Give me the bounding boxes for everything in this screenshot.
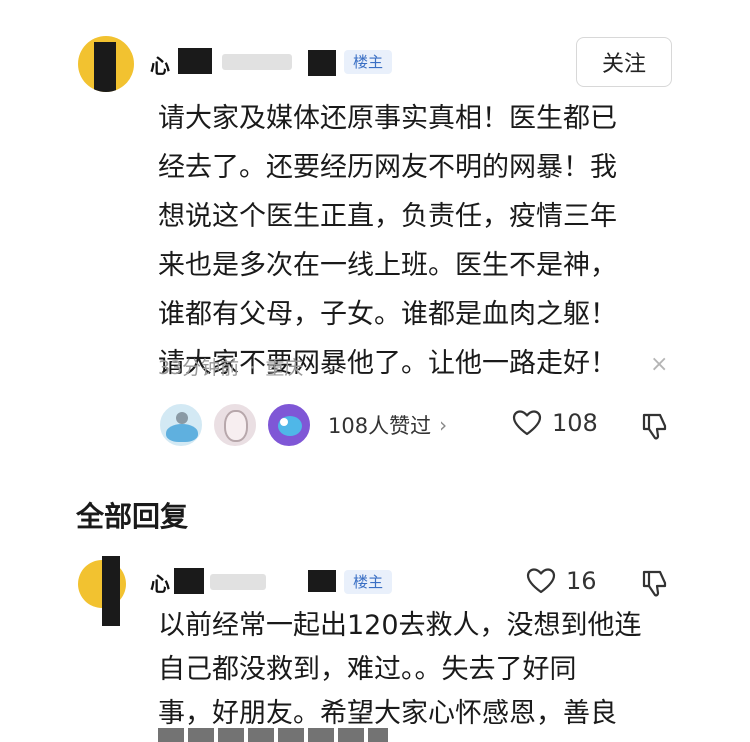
like-button[interactable]: 108	[512, 409, 598, 437]
liker-avatar[interactable]	[158, 402, 204, 448]
reply-body: 以前经常一起出120去救人，没想到他连 自己都没救到，难过。。失去了好同 事，好…	[158, 604, 678, 736]
comment-line: 谁都有父母，子女。谁都是血肉之躯！	[158, 299, 617, 330]
reply-avatar[interactable]	[78, 556, 126, 626]
meta-separator: ·	[249, 357, 256, 379]
owner-badge: 楼主	[344, 50, 393, 74]
reply-line: 以前经常一起出120去救人，没想到他连	[158, 610, 642, 641]
commenter-username[interactable]: 心	[150, 50, 170, 79]
username-redaction	[178, 48, 212, 74]
thumbs-down-icon[interactable]	[640, 568, 670, 598]
comment-meta: 33分钟前 · 重庆	[158, 353, 303, 380]
all-replies-title: 全部回复	[76, 500, 189, 533]
username-redaction	[308, 50, 336, 76]
username-blur	[210, 574, 266, 590]
heart-outline-icon	[512, 410, 542, 436]
liker-avatar[interactable]	[266, 402, 312, 448]
reply-like-count: 16	[566, 567, 597, 595]
likers-count-link[interactable]: 108人赞过 ›	[328, 410, 447, 440]
commenter-avatar[interactable]	[78, 36, 134, 92]
comment-line: 请大家及媒体还原事实真相！医生都已	[158, 103, 617, 134]
comment-line: 经去了。还要经历网友不明的网暴！我	[158, 152, 617, 183]
username-redaction	[308, 570, 336, 592]
like-count: 108	[552, 409, 598, 437]
close-icon[interactable]: ×	[650, 352, 668, 378]
likers-row[interactable]: 108人赞过 ›	[158, 400, 447, 450]
likers-text: 108人赞过	[328, 414, 432, 438]
chevron-right-icon: ›	[439, 413, 448, 437]
follow-button[interactable]: 关注	[576, 37, 672, 87]
reply-cut-off-line	[158, 728, 388, 742]
reply-line: 自己都没救到，难过。。失去了好同	[158, 654, 577, 685]
liker-avatar[interactable]	[212, 402, 258, 448]
comment-line: 想说这个医生正直，负责任，疫情三年	[158, 201, 617, 232]
comment-body: 请大家及媒体还原事实真相！医生都已 经去了。还要经历网友不明的网暴！我 想说这个…	[158, 94, 668, 388]
reply-like-button[interactable]: 16	[526, 567, 597, 595]
comment-line: 来也是多次在一线上班。医生不是神，	[158, 250, 617, 281]
username-blur	[222, 54, 292, 70]
comment-location: 重庆	[265, 357, 304, 379]
thumbs-down-icon[interactable]	[640, 411, 670, 441]
reply-username[interactable]: 心	[150, 568, 170, 597]
heart-outline-icon	[526, 568, 556, 594]
owner-badge: 楼主	[344, 570, 393, 594]
username-redaction	[174, 568, 204, 594]
comment-time: 33分钟前	[158, 357, 240, 379]
